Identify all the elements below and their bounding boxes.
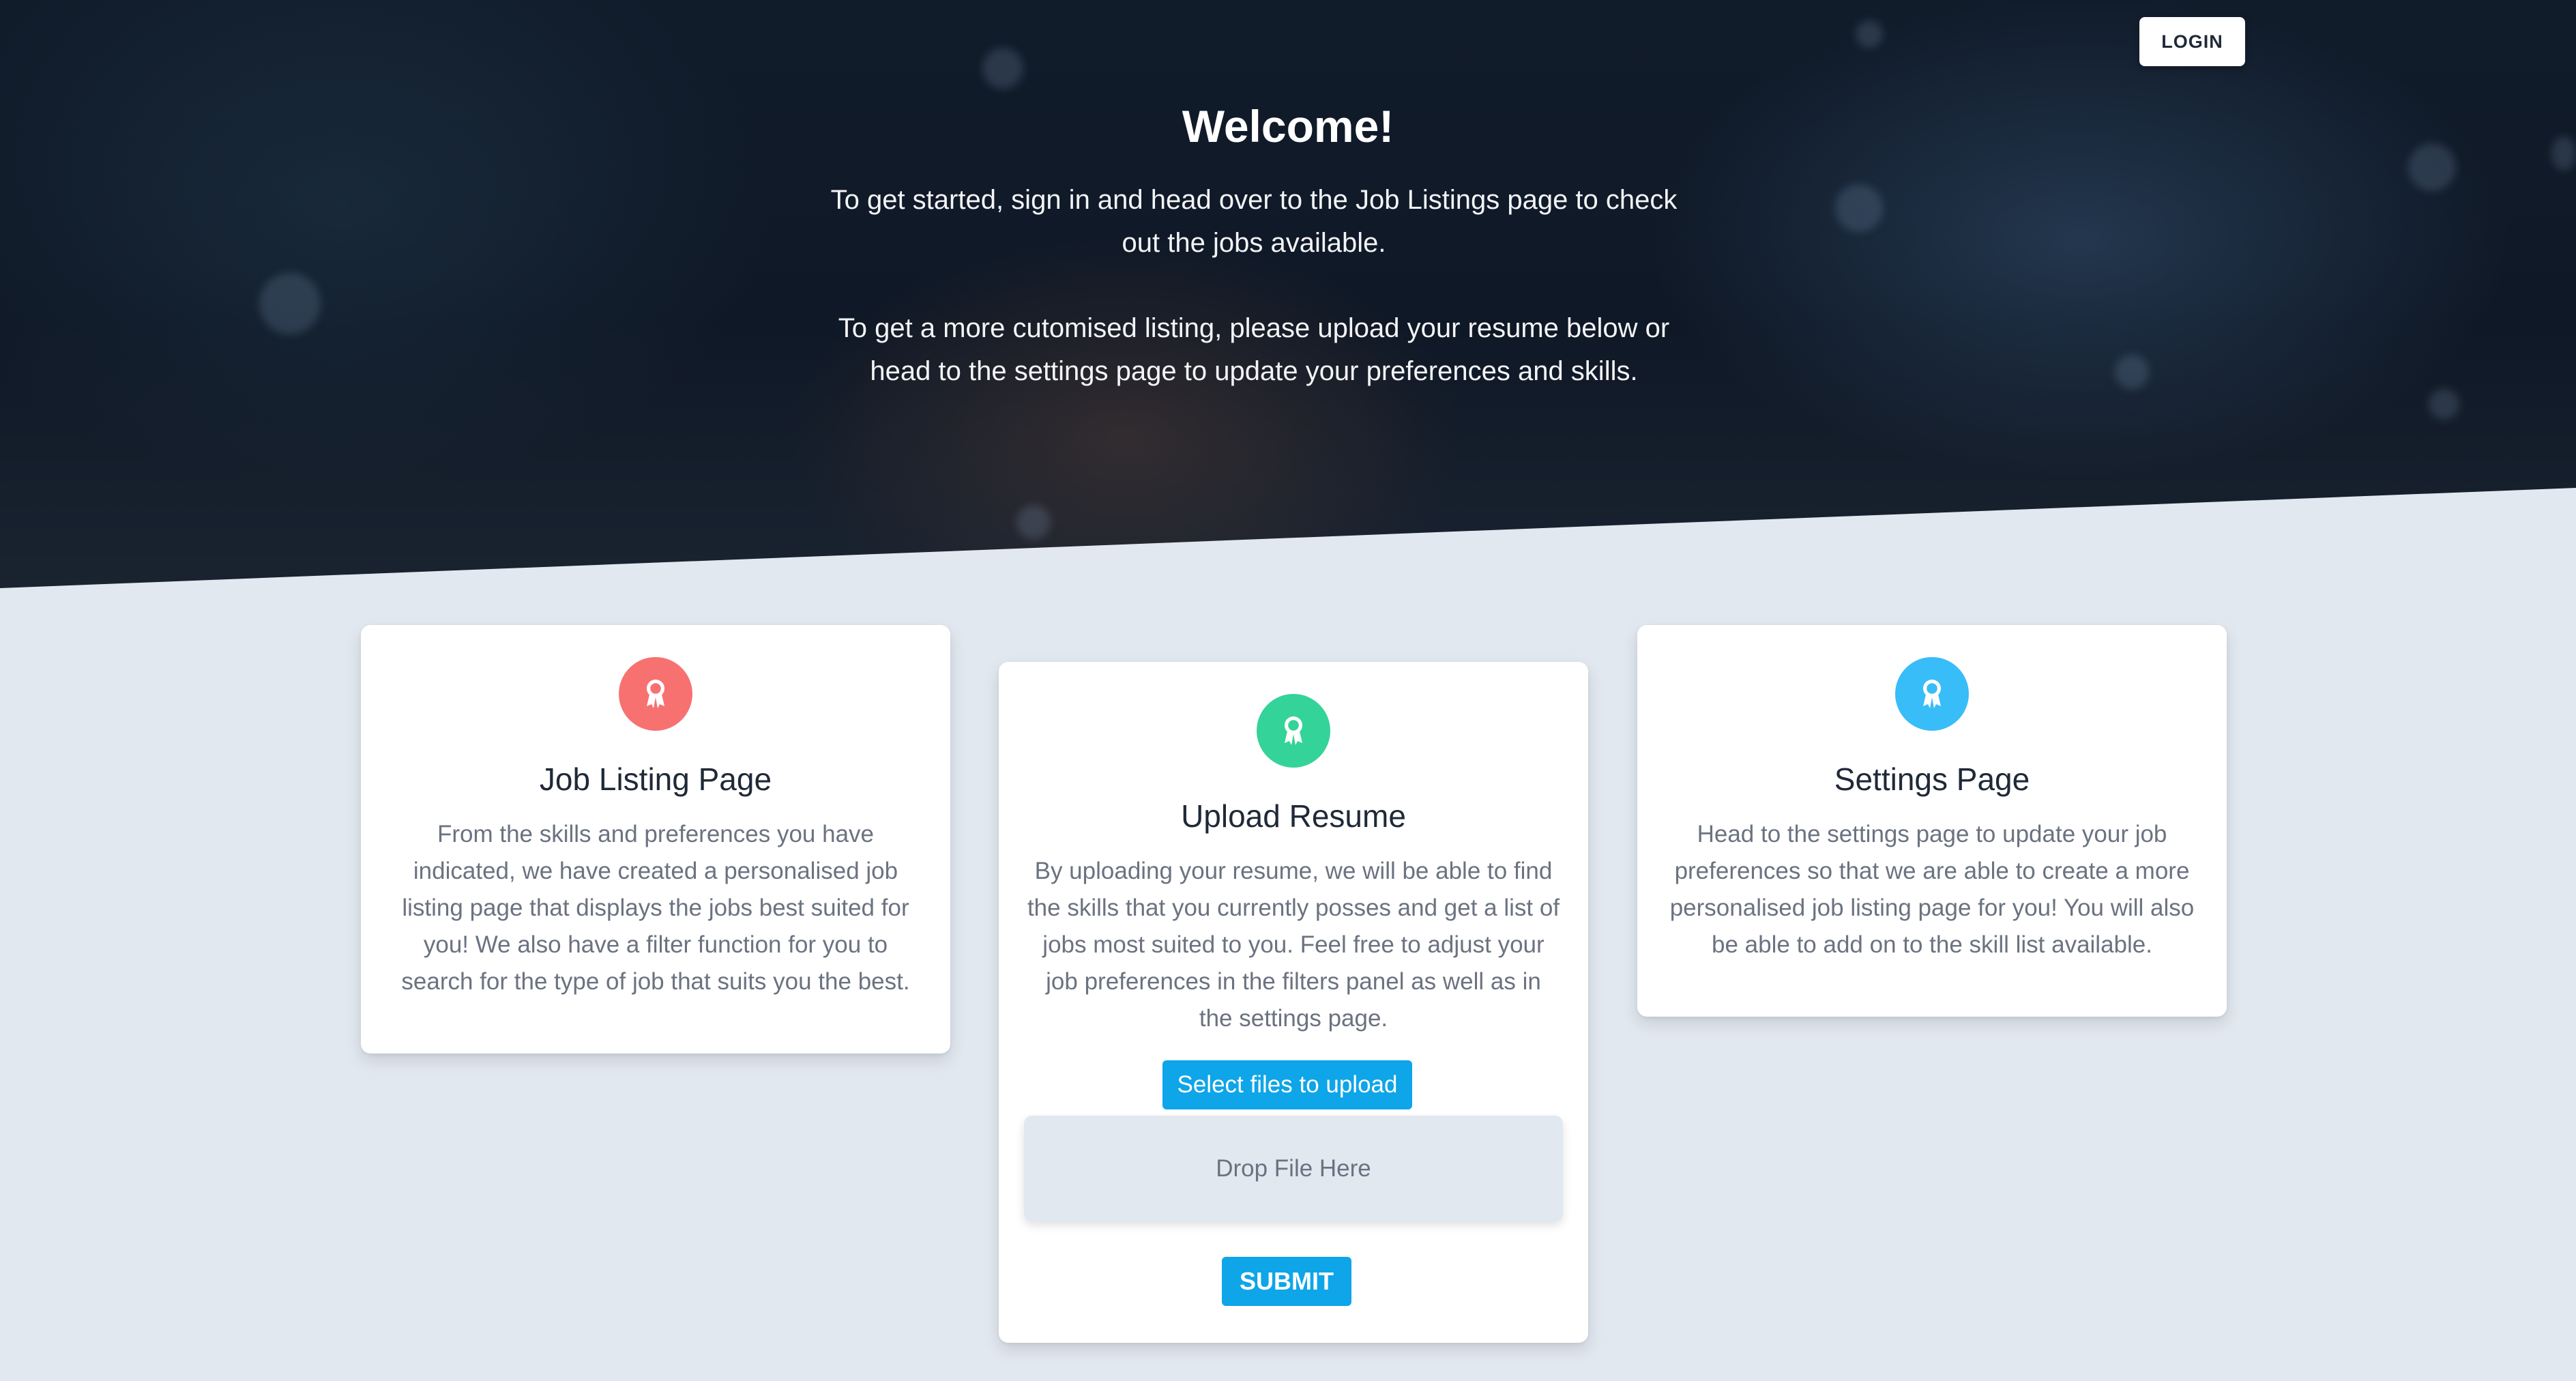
drop-zone-label: Drop File Here (1216, 1154, 1371, 1182)
upload-resume-card: Upload Resume By uploading your resume, … (999, 662, 1588, 1343)
card-title: Settings Page (1834, 761, 2030, 797)
card-description: Head to the settings page to update your… (1669, 821, 2195, 958)
background-bokeh (982, 48, 1023, 89)
page-title: Welcome! (1182, 101, 1394, 151)
hero-customise-text: To get a more cutomised listing, please … (838, 313, 1670, 386)
background-bokeh (2115, 355, 2149, 389)
award-icon (1257, 694, 1330, 768)
file-drop-zone[interactable]: Drop File Here (1024, 1116, 1563, 1221)
job-listing-card: Job Listing Page From the skills and pre… (361, 625, 950, 1053)
background-bokeh (2408, 143, 2456, 191)
hero-banner: Welcome! To get started, sign in and hea… (0, 0, 2576, 588)
award-icon (619, 657, 692, 731)
background-bokeh (2551, 136, 2576, 171)
background-bokeh (2429, 389, 2459, 420)
submit-button[interactable]: SUBMIT (1222, 1257, 1351, 1306)
hero-intro-text: To get started, sign in and head over to… (830, 185, 1678, 258)
login-button[interactable]: LOGIN (2139, 17, 2245, 66)
background-bokeh (1856, 20, 1883, 48)
settings-card: Settings Page Head to the settings page … (1637, 625, 2227, 1017)
card-description: By uploading your resume, we will be abl… (1027, 858, 1560, 1032)
card-title: Upload Resume (1181, 798, 1406, 834)
award-icon (1895, 657, 1969, 731)
award-icon-glyph (1923, 680, 1941, 708)
card-description: From the skills and preferences you have… (401, 821, 910, 995)
background-bokeh (1016, 505, 1051, 539)
background-bokeh (259, 273, 321, 334)
select-files-button[interactable]: Select files to upload (1162, 1060, 1412, 1109)
card-title: Job Listing Page (539, 761, 772, 797)
award-icon-glyph (1285, 716, 1302, 745)
background-bokeh (1835, 184, 1883, 232)
award-icon-glyph (647, 680, 664, 708)
